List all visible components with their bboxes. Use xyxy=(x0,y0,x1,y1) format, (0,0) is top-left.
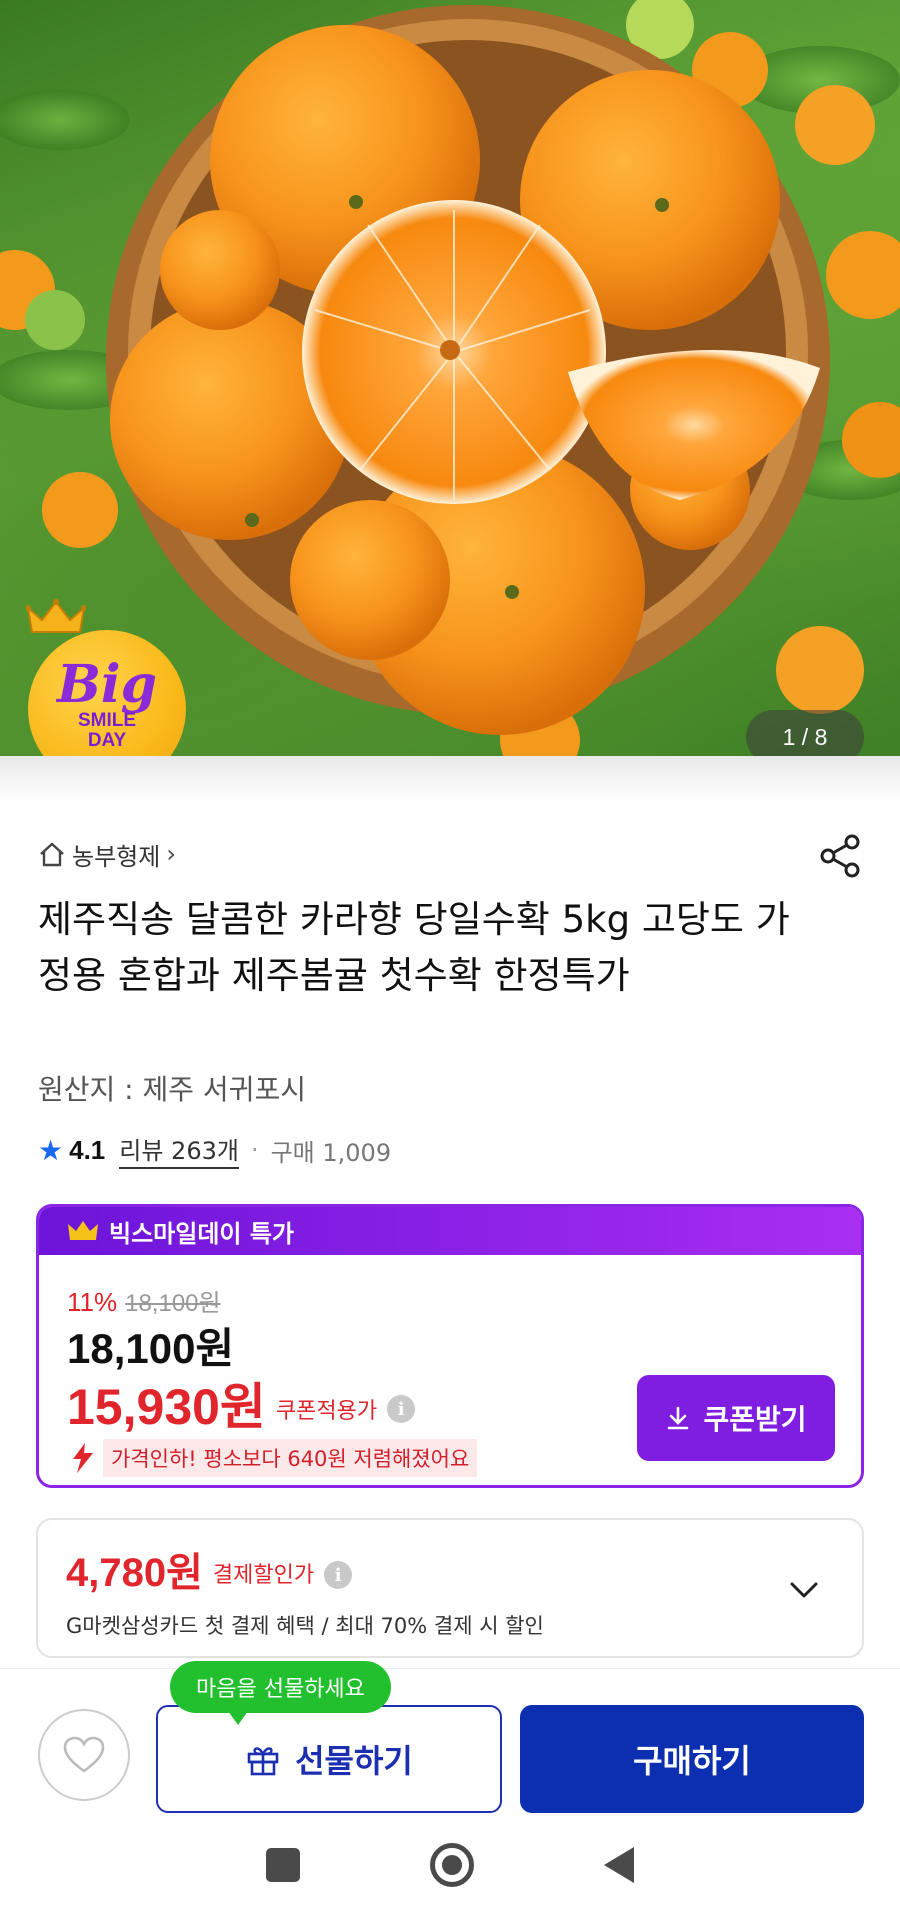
recent-apps-icon[interactable] xyxy=(266,1847,300,1882)
price-card-header: 빅스마일데이 특가 xyxy=(39,1207,861,1255)
payment-discount-card[interactable]: 4,780원 결제할인가 i G마켓삼성카드 첫 결제 혜택 / 최대 70% … xyxy=(36,1518,864,1658)
payment-price: 4,780원 xyxy=(66,1551,203,1595)
gift-label: 선물하기 xyxy=(295,1742,413,1780)
payment-price-label: 결제할인가 xyxy=(212,1563,315,1588)
product-origin: 원산지 : 제주 서귀포시 xyxy=(38,1073,306,1106)
info-icon[interactable]: i xyxy=(324,1561,353,1589)
bottom-action-bar: 선물하기 마음을 선물하세요 구매하기 xyxy=(0,1661,900,1818)
chevron-down-icon[interactable] xyxy=(786,1572,822,1608)
store-link[interactable]: 농부형제 › xyxy=(38,834,176,874)
crown-icon xyxy=(68,1221,98,1240)
store-name: 농부형제 xyxy=(72,842,161,871)
price-card-title: 빅스마일데이 특가 xyxy=(109,1219,294,1248)
download-icon xyxy=(668,1406,689,1430)
price-drop-text: 가격인하! 평소보다 640원 저렴해졌어요 xyxy=(103,1439,478,1477)
original-price: 18,100원 xyxy=(125,1290,221,1317)
purchase-count: 구매 1,009 xyxy=(270,1138,392,1167)
badge-line1: SMILE xyxy=(77,710,137,731)
coupon-price: 15,930원 xyxy=(67,1379,266,1435)
big-smile-day-badge: Big SMILE DAY xyxy=(26,598,190,760)
home-button-icon[interactable] xyxy=(430,1842,474,1887)
rating-value: 4.1 xyxy=(69,1134,106,1165)
back-icon[interactable] xyxy=(604,1846,634,1883)
price-drop-notice: 가격인하! 평소보다 640원 저렴해졌어요 xyxy=(67,1439,478,1477)
rating-row: ★ 4.1 리뷰 263개 · 구매 1,009 xyxy=(38,1130,391,1170)
crown-icon xyxy=(26,599,86,633)
share-icon[interactable] xyxy=(816,832,864,880)
product-title: 제주직송 달콤한 카라향 당일수확 5kg 고당도 가정용 혼합과 제주봄귤 첫… xyxy=(38,898,790,997)
badge-circle: Big SMILE DAY xyxy=(28,630,186,760)
product-image-carousel[interactable]: Big SMILE DAY 1 / 8 xyxy=(0,0,900,760)
system-navigation-bar xyxy=(0,1818,900,1911)
heart-icon xyxy=(63,1736,105,1773)
gift-tooltip: 마음을 선물하세요 xyxy=(170,1661,391,1725)
review-link[interactable]: 리뷰 263개 xyxy=(119,1131,239,1169)
image-page-counter: 1 / 8 xyxy=(746,710,864,760)
chevron-right-icon: › xyxy=(166,840,176,868)
price-drop-icon xyxy=(73,1443,93,1473)
home-icon xyxy=(40,842,64,867)
gift-button[interactable]: 선물하기 xyxy=(156,1705,502,1813)
discount-row: 11% 18,100원 xyxy=(67,1283,221,1318)
payment-price-row: 4,780원 결제할인가 i xyxy=(66,1540,353,1598)
payment-description: G마켓삼성카드 첫 결제 혜택 / 최대 70% 결제 시 할인 xyxy=(66,1614,544,1638)
star-icon: ★ xyxy=(38,1133,64,1167)
discount-rate: 11% xyxy=(67,1287,118,1317)
wishlist-button[interactable] xyxy=(38,1709,130,1801)
get-coupon-label: 쿠폰받기 xyxy=(703,1403,807,1436)
buy-button[interactable]: 구매하기 xyxy=(520,1705,864,1813)
separator: · xyxy=(250,1136,259,1164)
badge-line2: DAY xyxy=(87,730,127,751)
coupon-price-row: 15,930원 쿠폰적용가 i xyxy=(67,1367,416,1439)
coupon-price-label: 쿠폰적용가 xyxy=(275,1399,378,1424)
special-price-card: 빅스마일데이 특가 11% 18,100원 18,100원 15,930원 쿠폰… xyxy=(36,1204,864,1488)
get-coupon-button[interactable]: 쿠폰받기 xyxy=(637,1375,835,1461)
badge-word: Big xyxy=(56,654,158,715)
home-dot xyxy=(442,1854,462,1875)
gift-icon xyxy=(247,1747,279,1776)
hero-divider xyxy=(0,756,900,802)
info-icon[interactable]: i xyxy=(387,1395,416,1423)
